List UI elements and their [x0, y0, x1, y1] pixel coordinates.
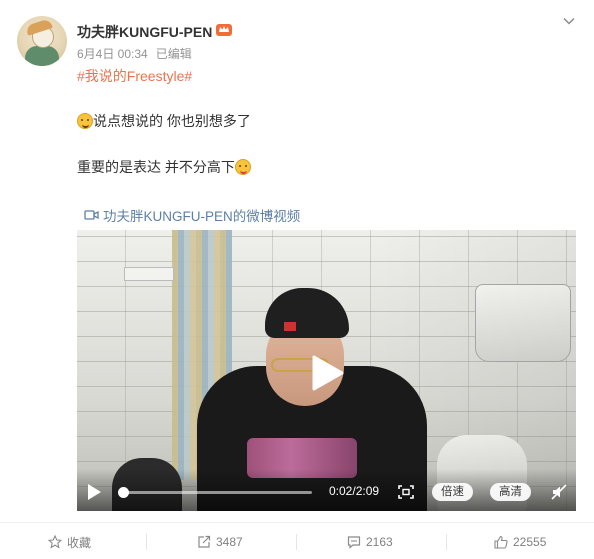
- video-link-label[interactable]: 功夫胖KUNGFU-PEN的微博视频: [103, 205, 300, 225]
- emoji-upside-down-icon: [77, 113, 93, 129]
- post-meta: 6月4日 00:34 已编辑: [77, 45, 192, 62]
- video-source-link[interactable]: 功夫胖KUNGFU-PEN的微博视频: [84, 205, 300, 225]
- favorite-button[interactable]: 收藏: [48, 534, 91, 550]
- crown-icon: [216, 24, 232, 36]
- share-count: 3487: [216, 535, 243, 549]
- fullscreen-icon[interactable]: [398, 485, 414, 499]
- progress-bar[interactable]: [118, 487, 312, 498]
- emoji-tongue-icon: [234, 159, 251, 175]
- topic-link[interactable]: #我说的Freestyle#: [77, 67, 192, 85]
- star-icon: [48, 535, 62, 549]
- like-count: 22555: [513, 535, 547, 549]
- speed-button[interactable]: 倍速: [432, 483, 473, 501]
- comment-button[interactable]: 2163: [347, 534, 393, 550]
- post-date[interactable]: 6月4日 00:34: [77, 47, 148, 61]
- video-camera-icon: [84, 210, 99, 220]
- weibo-post-card: 功夫胖KUNGFU-PEN 6月4日 00:34 已编辑 #我说的Freestyl…: [0, 0, 594, 559]
- action-separator: [446, 534, 447, 550]
- avatar[interactable]: [17, 16, 67, 66]
- edited-label[interactable]: 已编辑: [156, 47, 192, 61]
- favorite-label: 收藏: [67, 535, 92, 550]
- share-icon: [198, 535, 211, 548]
- progress-knob[interactable]: [118, 487, 130, 498]
- quality-button[interactable]: 高清: [490, 483, 531, 501]
- action-divider: [0, 522, 594, 523]
- share-button[interactable]: 3487: [197, 534, 243, 550]
- post-text-2: 重要的是表达 并不分高下: [77, 159, 235, 175]
- post-text-line-2: 重要的是表达 并不分高下: [77, 158, 251, 176]
- comment-count: 2163: [366, 535, 393, 549]
- post-text-1: 说点想说的 你也别想多了: [93, 113, 251, 129]
- like-button[interactable]: 22555: [494, 534, 546, 550]
- comment-icon: [347, 536, 361, 549]
- author-name[interactable]: 功夫胖KUNGFU-PEN: [77, 22, 212, 42]
- control-play-icon[interactable]: [86, 483, 102, 501]
- mute-icon[interactable]: [551, 484, 567, 500]
- video-player[interactable]: 0:02/2:09 倍速 高清: [77, 230, 576, 511]
- chevron-down-icon[interactable]: [562, 14, 576, 28]
- action-separator: [296, 534, 297, 550]
- video-time: 0:02/2:09: [329, 484, 380, 498]
- play-icon[interactable]: [306, 353, 346, 393]
- action-separator: [146, 534, 147, 550]
- like-icon: [494, 535, 508, 549]
- post-text-line-1: 说点想说的 你也别想多了: [77, 112, 251, 130]
